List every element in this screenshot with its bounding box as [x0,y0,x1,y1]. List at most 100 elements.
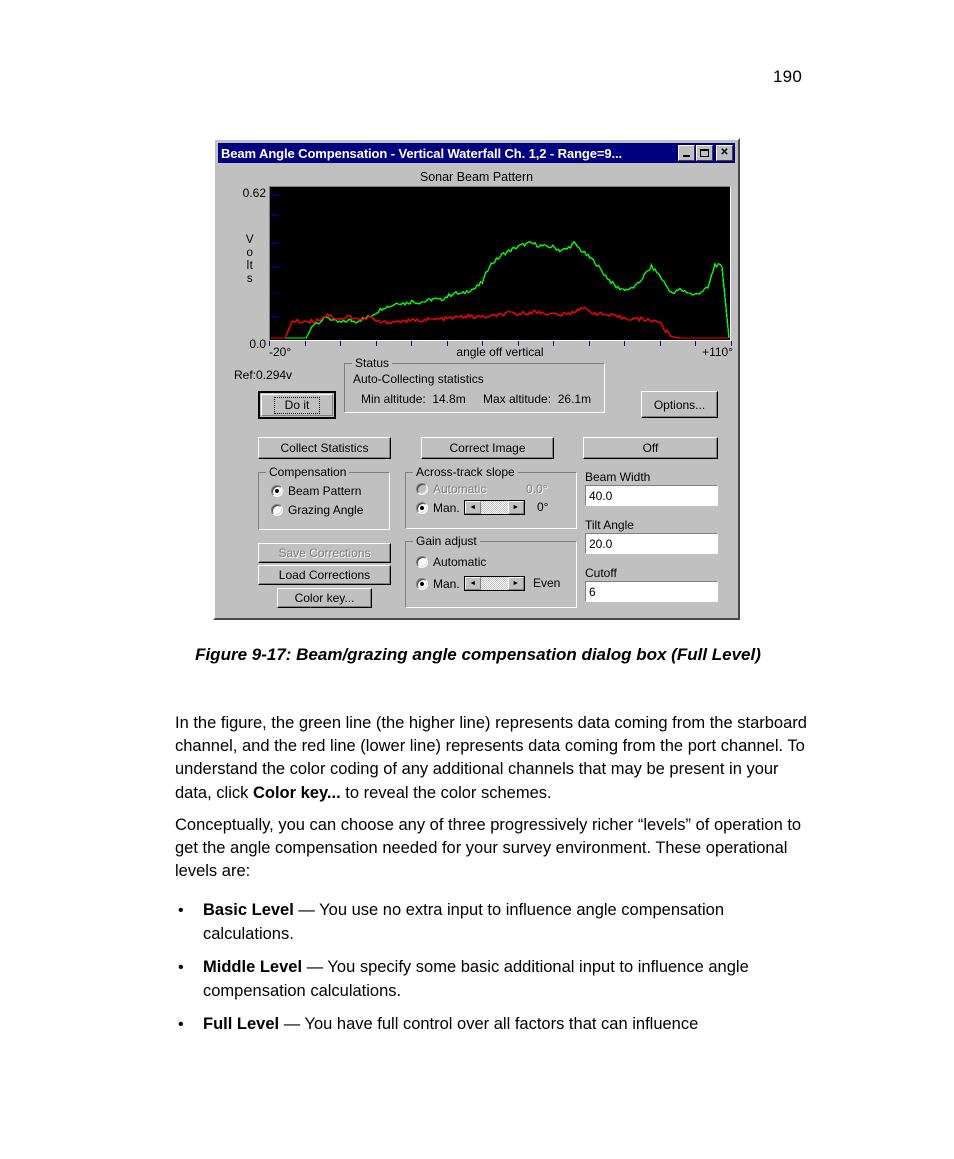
gain-spinner-track[interactable] [480,577,508,590]
min-altitude-caption: Min altitude: [361,392,426,406]
off-button[interactable]: Off [583,437,718,459]
y-axis-max-label: 0.62 [242,186,266,200]
correct-image-button[interactable]: Correct Image [421,437,554,459]
across-track-slope-legend: Across-track slope [413,465,518,479]
radio-beam-pattern-label: Beam Pattern [288,484,362,498]
slope-spinner-track[interactable] [480,501,508,514]
chart-title: Sonar Beam Pattern [419,170,534,184]
dialog-title: Beam Angle Compensation - Vertical Water… [221,145,623,161]
radio-beam-pattern[interactable]: Beam Pattern [271,484,361,498]
titlebar-button-group: ✕ [677,145,733,161]
beam-width-input[interactable]: 40.0 [585,485,718,506]
load-corrections-button[interactable]: Load Corrections [258,565,391,585]
paragraph-1: In the figure, the green line (the highe… [175,712,819,805]
status-message: Auto-Collecting statistics [353,372,484,386]
min-altitude-label: Min altitude: 14.8m [361,392,466,406]
max-altitude-value: 26.1m [557,392,592,406]
figure-caption: Figure 9-17: Beam/grazing angle compensa… [195,645,761,664]
close-icon[interactable]: ✕ [716,145,733,161]
dialog-titlebar: Beam Angle Compensation - Vertical Water… [218,143,735,163]
status-group: Status Auto-Collecting statistics Min al… [344,356,605,413]
gain-manual-value: Even [533,576,561,590]
bullet-text: — You have full control over all factors… [279,1015,699,1034]
gain-spinner-right-arrow-icon[interactable]: ► [507,577,524,590]
maximize-icon[interactable] [696,145,713,161]
radio-gain-automatic-icon [416,556,428,568]
chart-series-line [271,306,729,339]
chart-x-axis: -20° angle off vertical +110° [269,341,733,361]
radio-grazing-angle-icon [271,504,283,516]
chart-svg [271,193,730,339]
save-corrections-button[interactable]: Save Corrections [258,543,391,563]
do-it-button[interactable]: Do it [258,391,336,419]
beam-width-value: 40.0 [589,488,613,503]
beam-angle-compensation-dialog: Beam Angle Compensation - Vertical Water… [213,138,740,620]
max-altitude-caption: Max altitude: [483,392,552,406]
paragraph-2: Conceptually, you can choose any of thre… [175,815,802,881]
list-item: • Full Level — You have full control ove… [175,1013,819,1037]
list-item: • Middle Level — You specify some basic … [175,956,819,1003]
slope-manual-value: 0° [537,500,549,514]
color-key-button[interactable]: Color key... [277,588,372,608]
do-it-button-label: Do it [273,396,321,414]
chart-plot-area [269,186,731,341]
slope-spinner-right-arrow-icon[interactable]: ► [507,501,524,514]
cutoff-input[interactable]: 6 [585,581,718,602]
max-altitude-label: Max altitude: 26.1m [483,392,591,406]
radio-gain-automatic-label: Automatic [433,555,487,569]
gain-adjust-group: Gain adjust Automatic Man. ◄ ► Even [405,534,577,608]
save-corrections-label: Save Corrections [278,546,371,560]
status-group-legend: Status [352,356,393,370]
load-corrections-label: Load Corrections [278,568,371,582]
tilt-angle-label: Tilt Angle [585,518,634,532]
radio-slope-automatic-label: Automatic [433,482,487,496]
bullet-term: Basic Level [203,901,294,919]
radio-gain-manual-icon [416,577,428,590]
radio-slope-manual[interactable]: Man. ◄ ► [416,500,525,515]
paragraph-1-part-b: to reveal the color schemes. [340,783,552,802]
chart-series-line [271,240,730,339]
color-key-reference: Color key... [252,783,341,802]
collect-statistics-button[interactable]: Collect Statistics [258,437,391,459]
tilt-angle-value: 20.0 [589,536,613,551]
min-altitude-value: 14.8m [432,392,466,406]
radio-slope-manual-icon [416,501,428,514]
radio-slope-manual-label: Man. [433,500,460,515]
slope-automatic-value: 0.0° [526,482,548,496]
bullet-marker-icon: • [178,902,184,919]
sonar-beam-pattern-chart: 0.62 Vo lt s 0.0 -20° angle off vertical +… [236,186,733,359]
tilt-angle-input[interactable]: 20.0 [585,533,718,554]
slope-spinner-left-arrow-icon[interactable]: ◄ [464,501,481,514]
gain-spinner[interactable]: ◄ ► [463,576,525,591]
bullet-marker-icon: • [178,959,184,977]
compensation-group-legend: Compensation [266,465,350,479]
radio-grazing-angle[interactable]: Grazing Angle [271,503,363,517]
page-number: 190 [773,67,802,86]
bullet-marker-icon: • [178,1016,184,1034]
radio-grazing-angle-label: Grazing Angle [288,503,364,517]
x-axis-max-label: +110° [702,345,733,359]
bullet-term: Full Level [203,1015,280,1034]
slope-spinner[interactable]: ◄ ► [463,500,525,515]
gain-spinner-left-arrow-icon[interactable]: ◄ [464,577,481,590]
cutoff-label: Cutoff [585,566,617,580]
options-button[interactable]: Options... [641,391,718,418]
radio-slope-automatic-icon [416,483,428,495]
radio-gain-automatic[interactable]: Automatic [416,555,486,569]
radio-beam-pattern-icon [271,485,283,497]
minimize-icon[interactable] [678,145,695,161]
radio-slope-automatic[interactable]: Automatic [416,482,486,496]
cutoff-value: 6 [589,584,596,599]
color-key-label: Color key... [294,591,355,605]
across-track-slope-group: Across-track slope Automatic 0.0° Man. ◄… [405,465,577,529]
radio-gain-manual[interactable]: Man. ◄ ► [416,576,525,591]
body-text: In the figure, the green line (the highe… [175,712,819,892]
list-item: • Basic Level — You use no extra input t… [175,899,819,946]
bullet-list: • Basic Level — You use no extra input t… [175,899,819,1047]
options-button-label: Options... [653,397,706,412]
beam-width-label: Beam Width [585,470,651,484]
collect-statistics-label: Collect Statistics [280,441,369,455]
radio-gain-manual-label: Man. [433,576,460,591]
compensation-group: Compensation Beam Pattern Grazing Angle [258,465,390,530]
x-axis-title: angle off vertical [456,345,544,359]
